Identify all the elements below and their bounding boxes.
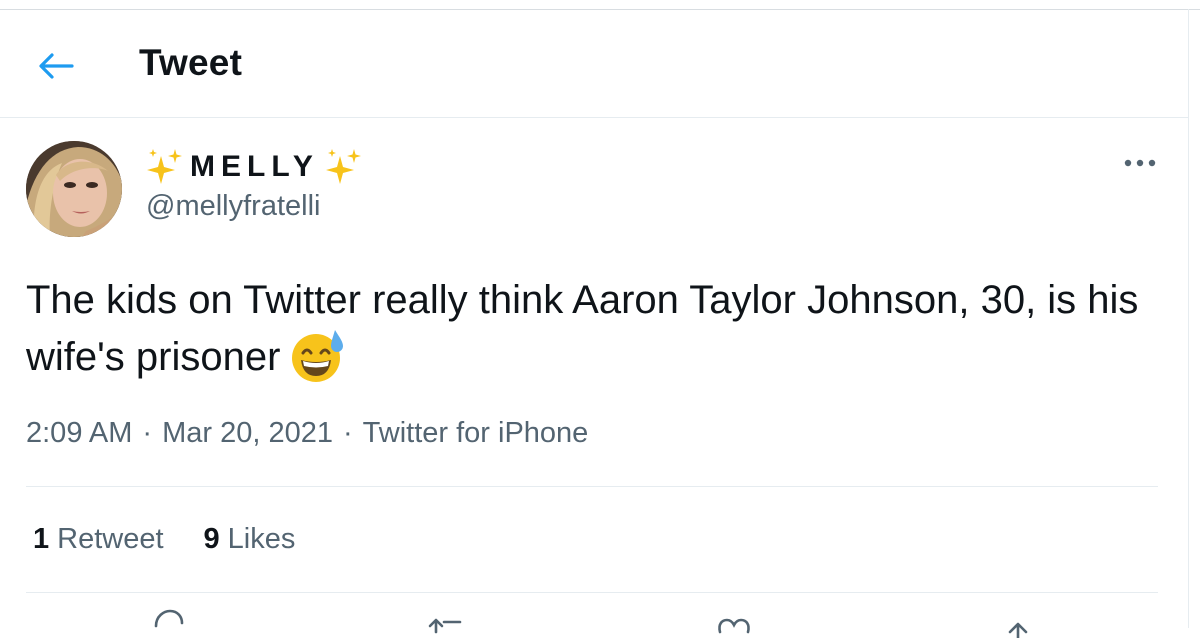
sparkles-icon [147,149,182,184]
arrow-left-icon [39,53,74,79]
tweet-time[interactable]: 2:09 AM [26,417,132,449]
share-icon [1008,622,1028,638]
retweets-count: 1 [33,523,50,555]
more-options-button[interactable] [1120,150,1160,176]
grinning-face-with-sweat-icon [292,330,344,382]
display-name-text: MELLY [190,150,319,183]
page-title: Tweet [139,42,243,83]
retweets-stat[interactable]: 1 Retweet [33,523,164,556]
back-button[interactable] [30,43,82,89]
tweet-metadata: 2:09 AM · Mar 20, 2021 · Twitter for iPhone [26,417,588,450]
more-horizontal-icon [1124,159,1156,167]
tweet-stats: 1 Retweet 9 Likes [33,523,295,556]
like-button[interactable] [710,608,758,638]
tweet-text: The kids on Twitter really think Aaron T… [26,272,1176,385]
author-handle[interactable]: @mellyfratelli [146,190,320,223]
likes-stat[interactable]: 9 Likes [204,523,296,556]
tweet-date[interactable]: Mar 20, 2021 [162,417,333,449]
author-display-name[interactable]: MELLY [146,148,363,186]
likes-label: Likes [227,523,296,555]
like-icon [718,618,750,634]
divider [26,592,1158,593]
reply-button[interactable] [144,608,192,638]
reply-icon [154,609,184,628]
retweets-label: Retweet [57,523,164,555]
meta-separator: · [142,417,153,449]
share-button[interactable] [994,608,1042,638]
retweet-icon [428,618,462,634]
page-header: Tweet [0,10,1188,118]
sparkles-icon [325,149,361,184]
tweet-text-content: The kids on Twitter really think Aaron T… [26,278,1139,379]
meta-separator: · [342,417,353,449]
divider [26,486,1158,487]
avatar[interactable] [26,141,122,237]
likes-count: 9 [203,523,220,555]
frame-right-border [1188,9,1189,628]
tweet-source[interactable]: Twitter for iPhone [363,417,589,449]
retweet-button[interactable] [424,608,472,638]
